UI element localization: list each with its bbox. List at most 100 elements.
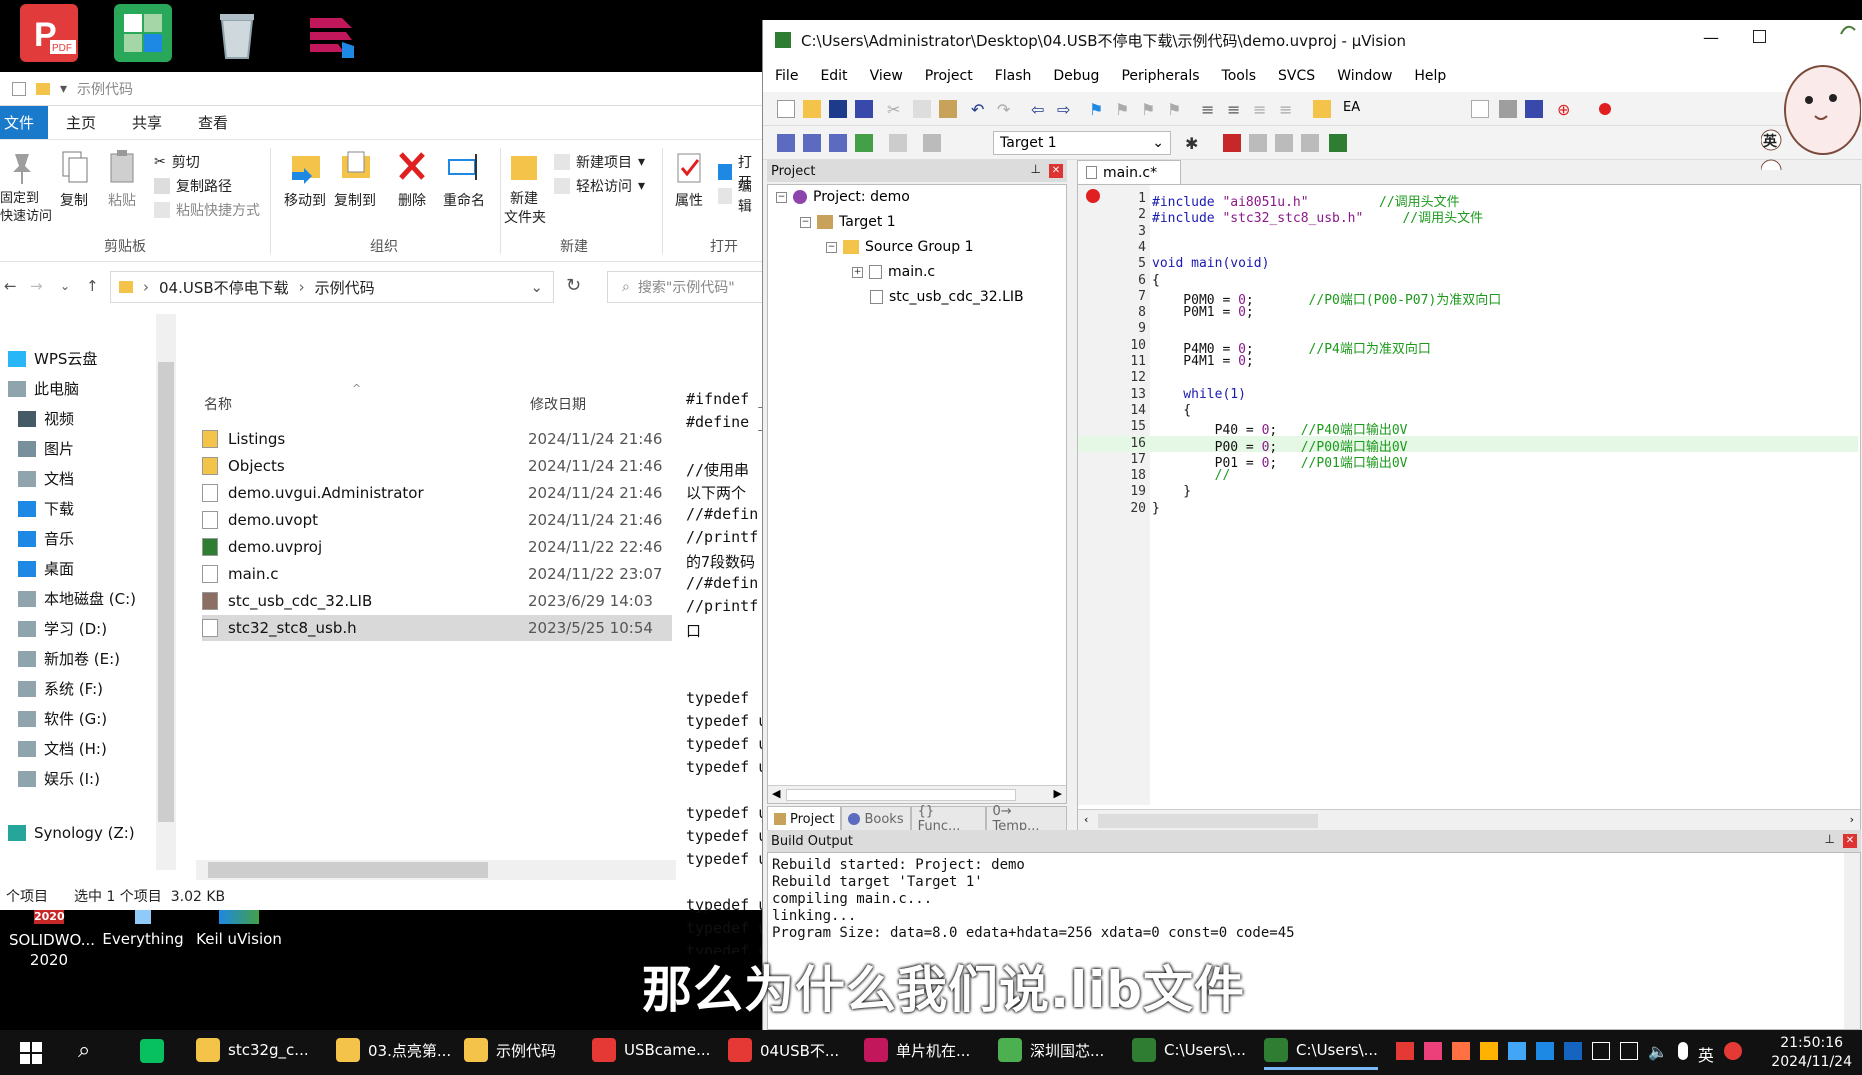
bookmark-clear-icon[interactable]: ⚑ [1167,100,1185,119]
open-file-icon[interactable] [803,100,821,118]
copy-icon[interactable] [913,100,931,118]
menu-edit[interactable]: Edit [820,68,847,84]
file-row[interactable]: demo.uvproj 2024/11/22 22:46 [202,534,672,560]
usb-icon[interactable] [1592,1042,1610,1060]
easy-access-button[interactable]: 轻松访问 ▾ [554,176,645,196]
ime-indicator[interactable]: 英 [1698,1042,1714,1066]
debug-start-icon[interactable]: ⊕ [1557,100,1575,119]
taskbar-item[interactable]: 单片机在... [864,1038,970,1062]
nav-item[interactable]: 新加卷 (E:) [18,648,120,669]
forward-arrow-icon[interactable]: → [30,277,43,295]
file-row[interactable]: demo.uvopt 2024/11/24 21:46 [202,507,672,533]
wps-office-shortcut[interactable] [98,4,188,62]
rebuild-icon[interactable] [829,134,847,152]
menu-debug[interactable]: Debug [1053,68,1099,84]
wps-tray-icon[interactable] [1723,1042,1742,1060]
horizontal-scrollbar[interactable] [196,860,676,880]
scroll-right-icon[interactable]: ▶ [1054,787,1062,800]
copy-button[interactable]: 复制 [52,148,96,210]
batch-build-icon[interactable] [855,134,873,152]
column-name-header[interactable]: 名称 [204,394,232,414]
uncomment-icon[interactable]: ≡ [1279,100,1297,119]
taskbar-item[interactable]: 深圳国芯... [998,1038,1104,1062]
find-combo-dropdown-icon[interactable] [1471,100,1489,118]
tray-app-icon[interactable] [1396,1042,1414,1060]
scrollbar-thumb[interactable] [208,862,488,878]
minimize-icon[interactable]: — [1703,28,1719,47]
nav-item[interactable]: WPS云盘 [8,348,97,369]
taskbar-item[interactable]: 示例代码 [464,1038,556,1062]
nav-item[interactable]: 视频 [18,408,74,429]
rename-button[interactable]: 重命名 [438,148,490,210]
nav-item[interactable]: 文档 [18,468,74,489]
menu-help[interactable]: Help [1414,68,1446,84]
close-icon[interactable]: ✕ [1843,834,1857,848]
taskbar-item[interactable]: 04USB不... [728,1038,839,1062]
everything-shortcut[interactable]: Everything [98,910,188,948]
collapse-icon[interactable]: − [800,216,811,228]
stop-build-icon[interactable] [889,134,907,152]
tab-templates[interactable]: 0→ Temp... [985,804,1067,834]
breadcrumb-item[interactable]: 示例代码 [315,277,375,298]
nav-item[interactable]: 图片 [18,438,74,459]
undo-icon[interactable]: ↶ [971,100,989,119]
tab-home[interactable]: 主页 [48,106,114,139]
new-file-icon[interactable] [777,100,795,118]
comment-icon[interactable]: ≡ [1253,100,1271,119]
menu-project[interactable]: Project [925,68,973,84]
target-options-icon[interactable]: ✱ [1185,134,1203,153]
breadcrumb-item[interactable]: 04.USB不停电下载 [159,277,289,298]
pin-icon[interactable]: ⊥ [1031,162,1041,176]
checkbox-icon[interactable] [12,81,26,96]
indent-icon[interactable]: ≡ [1201,100,1219,119]
collapse-icon[interactable]: − [826,241,837,253]
tray-app-icon[interactable] [1508,1042,1526,1060]
tab-functions[interactable]: {} Func... [910,804,986,834]
dropdown-icon[interactable]: ▾ [60,81,67,97]
file-row[interactable]: main.c 2024/11/22 23:07 [202,561,672,587]
redo-icon[interactable]: ↷ [997,100,1015,119]
editor-hscrollbar[interactable]: ‹ › [1078,809,1860,831]
nav-back-icon[interactable]: ⇦ [1031,100,1049,119]
bookmark-prev-icon[interactable]: ⚑ [1115,100,1133,119]
app-shortcut[interactable] [286,4,376,62]
menu-flash[interactable]: Flash [995,68,1032,84]
build-icon[interactable] [803,134,821,152]
recycle-bin-shortcut[interactable] [192,4,282,62]
editor-tab-main-c[interactable]: main.c* [1077,160,1181,184]
download-icon[interactable] [923,134,941,152]
pin-icon[interactable]: ⊥ [1825,832,1835,846]
nav-item[interactable]: Synology (Z:) [8,824,135,842]
tray-app-icon[interactable] [1424,1042,1442,1060]
bookmark-next-icon[interactable]: ⚑ [1141,100,1159,119]
paste-icon[interactable] [939,100,957,118]
tray-app-icon[interactable] [1452,1042,1470,1060]
file-row[interactable]: stc32_stc8_usb.h 2023/5/25 10:54 [202,615,672,641]
scroll-left-icon[interactable]: ‹ [1084,813,1088,826]
clock[interactable]: 21:50:16 2024/11/24 [1771,1034,1852,1072]
taskbar-item[interactable]: 03.点亮第... [336,1038,451,1062]
breakpoint-toolbar-icon[interactable] [1599,103,1611,115]
up-arrow-icon[interactable]: ↑ [86,277,99,295]
nav-item[interactable]: 此电脑 [8,378,79,399]
search-input[interactable]: ⌕ 搜索"示例代码" [607,271,767,303]
tab-project[interactable]: Project [767,806,842,832]
tab-share[interactable]: 共享 [114,106,180,139]
copy-path-button[interactable]: 复制路径 [154,176,232,196]
menu-window[interactable]: Window [1337,68,1392,84]
tray-app-icon[interactable] [1480,1042,1498,1060]
breakpoint-icon[interactable] [1086,189,1100,203]
nav-item[interactable]: 下载 [18,498,74,519]
scrollbar-thumb[interactable] [158,362,174,822]
manage-project-icon[interactable] [1223,134,1241,152]
select-packs-icon[interactable] [1249,134,1267,152]
volume-icon[interactable]: 🔈 [1648,1042,1668,1066]
nav-forward-icon[interactable]: ⇨ [1057,100,1075,119]
properties-button[interactable]: 属性 [668,148,710,210]
cut-icon[interactable]: ✂ [887,100,905,119]
copy-to-button[interactable]: 复制到 [330,148,380,210]
scrollbar-thumb[interactable] [1098,814,1318,828]
wps-pdf-shortcut[interactable]: P PDF [4,4,94,62]
nav-item[interactable]: 文档 (H:) [18,738,107,759]
scroll-left-icon[interactable]: ◀ [772,787,780,800]
